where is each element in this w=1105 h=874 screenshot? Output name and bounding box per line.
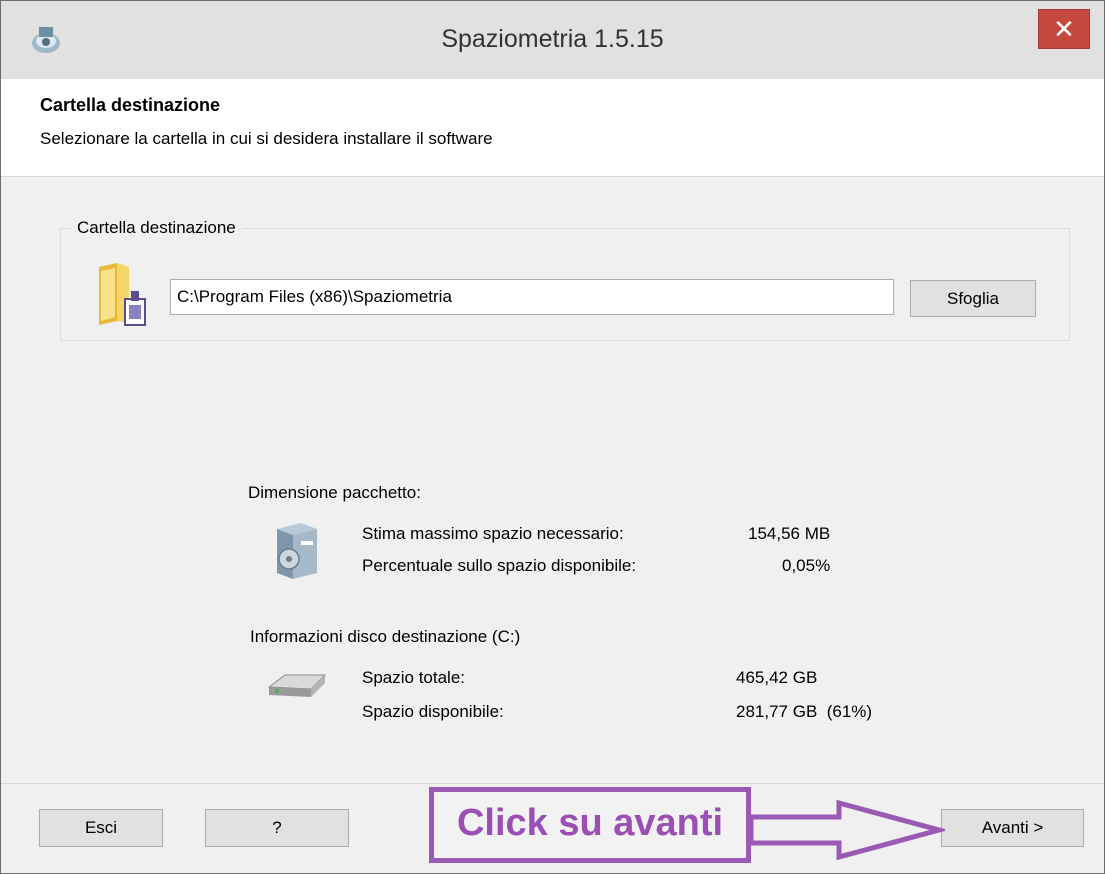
exit-button[interactable]: Esci: [39, 809, 163, 847]
footer-divider: [1, 783, 1104, 784]
window-title: Spaziometria 1.5.15: [441, 25, 664, 53]
page-title: Cartella destinazione: [40, 95, 221, 115]
total-space-value: 465,42 GB: [736, 668, 818, 687]
free-space-label: Spazio disponibile:: [362, 702, 504, 721]
annotation-callout: Click su avanti: [429, 787, 751, 863]
annotation-text: Click su avanti: [456, 802, 724, 844]
disk-section-label: Informazioni disco destinazione (C:): [250, 627, 521, 646]
percent-label: Percentuale sullo spazio disponibile:: [362, 556, 637, 575]
total-space-label: Spazio totale:: [362, 668, 466, 687]
destination-path-input[interactable]: [170, 279, 894, 315]
close-button[interactable]: ✕: [1038, 9, 1090, 49]
free-space-value: 281,77 GB (61%): [736, 702, 873, 721]
package-section-label: Dimensione pacchetto:: [248, 483, 421, 502]
destination-group-label: Cartella destinazione: [71, 218, 242, 238]
title-bar[interactable]: Spaziometria 1.5.15 ✕: [1, 1, 1104, 79]
folder-install-icon: [99, 263, 146, 326]
package-box-icon: [277, 523, 317, 579]
page-subtitle: Selezionare la cartella in cui si deside…: [40, 129, 493, 148]
percent-value: 0,05%: [782, 556, 831, 575]
wizard-header: Cartella destinazione Selezionare la car…: [1, 79, 1104, 177]
estimate-label: Stima massimo spazio necessario:: [362, 524, 624, 543]
browse-button[interactable]: Sfoglia: [910, 280, 1036, 317]
arrow-right-icon: [749, 799, 945, 861]
next-button[interactable]: Avanti >: [941, 809, 1084, 847]
help-button[interactable]: ?: [205, 809, 349, 847]
installer-window: Spaziometria 1.5.15 ✕ Cartella destinazi…: [0, 0, 1105, 874]
estimate-value: 154,56 MB: [748, 524, 831, 543]
hard-disk-icon: [267, 674, 327, 697]
